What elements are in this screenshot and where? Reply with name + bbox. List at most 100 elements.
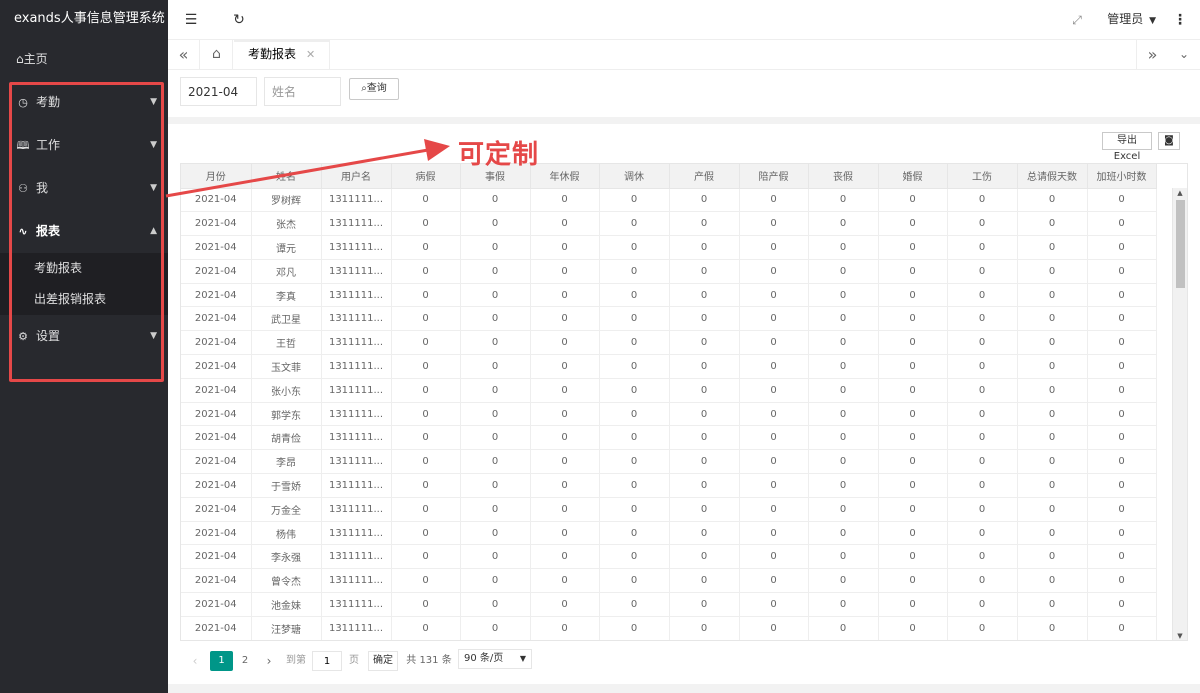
table-cell: 0 <box>739 425 809 451</box>
table-cell: 0 <box>878 211 948 237</box>
table-cell: 0 <box>599 330 670 356</box>
table-row[interactable]: 2021-04 胡青俭 1311111... 0 0 0 0 0 0 0 0 0 0 0 <box>181 425 1157 451</box>
table-cell: 0 <box>1017 616 1088 640</box>
table-cell: 0 <box>947 211 1018 237</box>
column-header[interactable]: 年休假 <box>530 164 600 189</box>
column-header[interactable]: 工伤 <box>947 164 1018 189</box>
column-header[interactable]: 病假 <box>391 164 461 189</box>
tabs-menu-chevron-down-icon[interactable]: ⌄ <box>1168 40 1200 69</box>
table-cell: 0 <box>1087 568 1157 594</box>
table-row[interactable]: 2021-04 玉文菲 1311111... 0 0 0 0 0 0 0 0 0 0 0 <box>181 354 1157 379</box>
table-row[interactable]: 2021-04 池金妹 1311111... 0 0 0 0 0 0 0 0 0 0 0 <box>181 592 1157 617</box>
search-bar: ⌕查询 <box>168 70 1200 117</box>
table-row[interactable]: 2021-04 王哲 1311111... 0 0 0 0 0 0 0 0 0 0 0 <box>181 330 1157 356</box>
table-cell: 0 <box>808 616 879 640</box>
table-row[interactable]: 2021-04 郭学东 1311111... 0 0 0 0 0 0 0 0 0 0 0 <box>181 402 1157 427</box>
table-cell: 2021-04 <box>181 354 252 379</box>
column-header[interactable]: 陪产假 <box>739 164 809 189</box>
column-header[interactable]: 产假 <box>669 164 740 189</box>
month-input[interactable] <box>180 77 257 106</box>
screenshot-camera-icon[interactable]: ◙ <box>1158 132 1180 150</box>
table-cell: 0 <box>739 283 809 308</box>
table-row[interactable]: 2021-04 张小东 1311111... 0 0 0 0 0 0 0 0 0 0 0 <box>181 378 1157 403</box>
table-row[interactable]: 2021-04 汪梦瑭 1311111... 0 0 0 0 0 0 0 0 0 0 0 <box>181 616 1157 640</box>
export-excel-button[interactable]: 导出Excel <box>1102 132 1152 162</box>
collapse-menu-icon[interactable]: ☰ <box>178 0 204 40</box>
table-cell: 0 <box>739 616 809 640</box>
sidebar-subitem-attendance-report[interactable]: 考勤报表 <box>0 253 168 284</box>
table-cell: 0 <box>669 306 740 332</box>
sidebar-item-settings[interactable]: ⚙ 设置 ▼ <box>0 315 168 358</box>
table-cell: 0 <box>739 521 809 546</box>
page-1-button[interactable]: 1 <box>210 651 233 671</box>
column-header[interactable]: 加班小时数 <box>1087 164 1157 189</box>
fullscreen-icon[interactable]: ⤢ <box>1064 0 1090 40</box>
table-cell: 0 <box>947 259 1018 284</box>
vertical-scrollbar[interactable]: ▲ ▼ <box>1172 188 1187 640</box>
column-header[interactable]: 婚假 <box>878 164 948 189</box>
table-row[interactable]: 2021-04 武卫星 1311111... 0 0 0 0 0 0 0 0 0 0 0 <box>181 306 1157 332</box>
sidebar-item-reports[interactable]: ∿ 报表 ▲ <box>0 210 168 253</box>
admin-menu[interactable]: 管理员 ▼ <box>1107 0 1156 40</box>
scroll-up-icon[interactable]: ▲ <box>1173 189 1187 197</box>
sidebar-item-attendance[interactable]: ◷ 考勤 ▼ <box>0 81 168 124</box>
goto-page-input[interactable] <box>312 651 342 671</box>
table-cell: 2021-04 <box>181 283 252 308</box>
sidebar-item-me[interactable]: ⚇ 我 ▼ <box>0 167 168 210</box>
refresh-icon[interactable]: ↻ <box>226 0 252 40</box>
table-row[interactable]: 2021-04 张杰 1311111... 0 0 0 0 0 0 0 0 0 0 0 <box>181 211 1157 237</box>
table-row[interactable]: 2021-04 杨伟 1311111... 0 0 0 0 0 0 0 0 0 0 0 <box>181 521 1157 546</box>
scrollbar-thumb[interactable] <box>1176 200 1185 288</box>
tabs-scroll-left-icon[interactable]: « <box>168 40 200 69</box>
close-icon[interactable]: ✕ <box>306 48 315 61</box>
table-cell: 0 <box>599 568 670 594</box>
table-row[interactable]: 2021-04 李昂 1311111... 0 0 0 0 0 0 0 0 0 0 0 <box>181 449 1157 475</box>
column-header[interactable]: 姓名 <box>251 164 322 189</box>
table-cell: 1311111... <box>321 402 392 427</box>
table-cell: 0 <box>878 425 948 451</box>
column-header[interactable]: 用户名 <box>321 164 392 189</box>
page-size-select[interactable]: 90 条/页 ▼ <box>458 649 532 669</box>
table-cell: 谭元 <box>251 235 322 260</box>
table-row[interactable]: 2021-04 罗树辉 1311111... 0 0 0 0 0 0 0 0 0 0 0 <box>181 188 1157 213</box>
table-cell: 万金全 <box>251 497 322 522</box>
table-cell: 0 <box>947 330 1018 356</box>
confirm-page-button[interactable]: 确定 <box>368 651 398 671</box>
table-cell: 0 <box>669 188 740 213</box>
sidebar-item-label: 工作 <box>36 138 61 152</box>
sidebar-subitem-travel-expense-report[interactable]: 出差报销报表 <box>0 284 168 315</box>
table-cell: 2021-04 <box>181 449 252 475</box>
query-button[interactable]: ⌕查询 <box>349 78 399 100</box>
table-row[interactable]: 2021-04 曾令杰 1311111... 0 0 0 0 0 0 0 0 0 0 0 <box>181 568 1157 594</box>
tabs-scroll-right-icon[interactable]: » <box>1136 40 1168 69</box>
prev-page-icon[interactable]: ‹ <box>188 651 202 671</box>
scroll-down-icon[interactable]: ▼ <box>1173 632 1187 640</box>
table-cell: 1311111... <box>321 211 392 237</box>
page-2-button[interactable]: 2 <box>238 651 252 671</box>
more-options-icon[interactable]: ⋮ <box>1168 0 1192 40</box>
table-row[interactable]: 2021-04 李真 1311111... 0 0 0 0 0 0 0 0 0 0 0 <box>181 283 1157 308</box>
table-row[interactable]: 2021-04 李永强 1311111... 0 0 0 0 0 0 0 0 0 0 0 <box>181 544 1157 570</box>
sidebar-item-label: 我 <box>36 181 49 195</box>
column-header[interactable]: 月份 <box>181 164 252 189</box>
column-header[interactable]: 调休 <box>599 164 670 189</box>
name-input[interactable] <box>264 77 341 106</box>
column-header[interactable]: 丧假 <box>808 164 879 189</box>
table-row[interactable]: 2021-04 万金全 1311111... 0 0 0 0 0 0 0 0 0 0 0 <box>181 497 1157 522</box>
next-page-icon[interactable]: › <box>262 651 276 671</box>
table-cell: 0 <box>530 497 600 522</box>
table-cell: 0 <box>669 259 740 284</box>
tab-attendance-report[interactable]: 考勤报表 ✕ <box>234 40 331 69</box>
table-cell: 0 <box>669 330 740 356</box>
table-cell: 0 <box>599 188 670 213</box>
table-row[interactable]: 2021-04 于雪娇 1311111... 0 0 0 0 0 0 0 0 0 0 0 <box>181 473 1157 498</box>
table-cell: 0 <box>808 211 879 237</box>
sidebar-item-home[interactable]: ⌂主页 <box>0 38 168 81</box>
column-header[interactable]: 总请假天数 <box>1017 164 1088 189</box>
sidebar-item-work[interactable]: 🕮 工作 ▼ <box>0 124 168 167</box>
home-tab-icon[interactable]: ⌂ <box>201 40 233 69</box>
table-cell: 0 <box>808 425 879 451</box>
table-row[interactable]: 2021-04 谭元 1311111... 0 0 0 0 0 0 0 0 0 0 0 <box>181 235 1157 260</box>
table-cell: 0 <box>460 330 531 356</box>
table-row[interactable]: 2021-04 邓凡 1311111... 0 0 0 0 0 0 0 0 0 0 0 <box>181 259 1157 284</box>
